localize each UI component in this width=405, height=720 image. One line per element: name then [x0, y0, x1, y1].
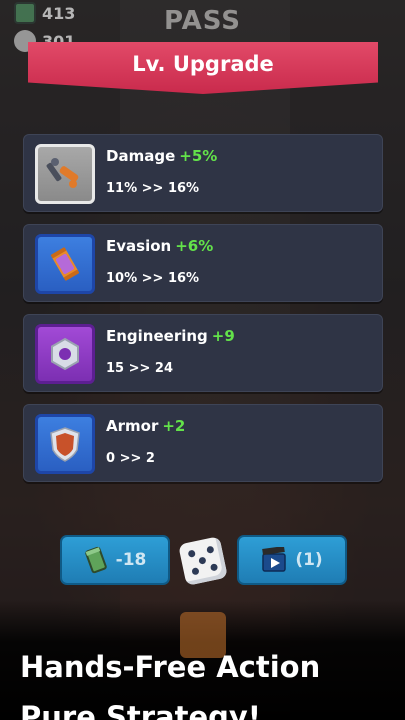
upgrade-range: 15 >> 24 [106, 361, 174, 376]
upgrade-name: Engineering +9 [106, 327, 235, 345]
reroll-cost-button[interactable]: -18 [60, 535, 170, 585]
upgrade-bonus: +6% [175, 237, 214, 255]
hex-nut-icon [35, 324, 95, 384]
shield-icon [35, 414, 95, 474]
upgrade-card-damage: Damage +5% 11% >> 16% [23, 134, 383, 212]
upgrade-bonus: +9 [211, 327, 235, 345]
wrench-gun-icon [35, 144, 95, 204]
pass-label: PASS [163, 6, 242, 36]
upgrade-card-evasion: Evasion +6% 10% >> 16% [23, 224, 383, 302]
upgrade-range: 10% >> 16% [106, 271, 200, 286]
upgrade-name: Armor +2 [106, 417, 186, 435]
dice-icon[interactable] [178, 536, 228, 586]
promo-subheadline: Pure Strategy! [20, 700, 262, 720]
reroll-cost: -18 [115, 550, 147, 570]
canister-icon [35, 234, 95, 294]
watch-ad-button[interactable]: (1) [237, 535, 347, 585]
upgrade-bonus: +5% [179, 147, 218, 165]
upgrade-name: Damage +5% [106, 147, 218, 165]
upgrade-card-armor: Armor +2 0 >> 2 [23, 404, 383, 482]
promo-headline: Hands-Free Action [20, 650, 321, 684]
upgrade-range: 0 >> 2 [106, 451, 155, 466]
upgrade-bonus: +2 [162, 417, 186, 435]
dialog-title: Lv. Upgrade [132, 52, 274, 76]
upgrade-card-engineering: Engineering +9 15 >> 24 [23, 314, 383, 392]
can-resource-icon [84, 546, 107, 574]
video-count: (1) [295, 550, 323, 570]
upgrade-name: Evasion +6% [106, 237, 214, 255]
upgrade-range: 11% >> 16% [106, 181, 200, 196]
video-clapper-icon [262, 547, 287, 572]
